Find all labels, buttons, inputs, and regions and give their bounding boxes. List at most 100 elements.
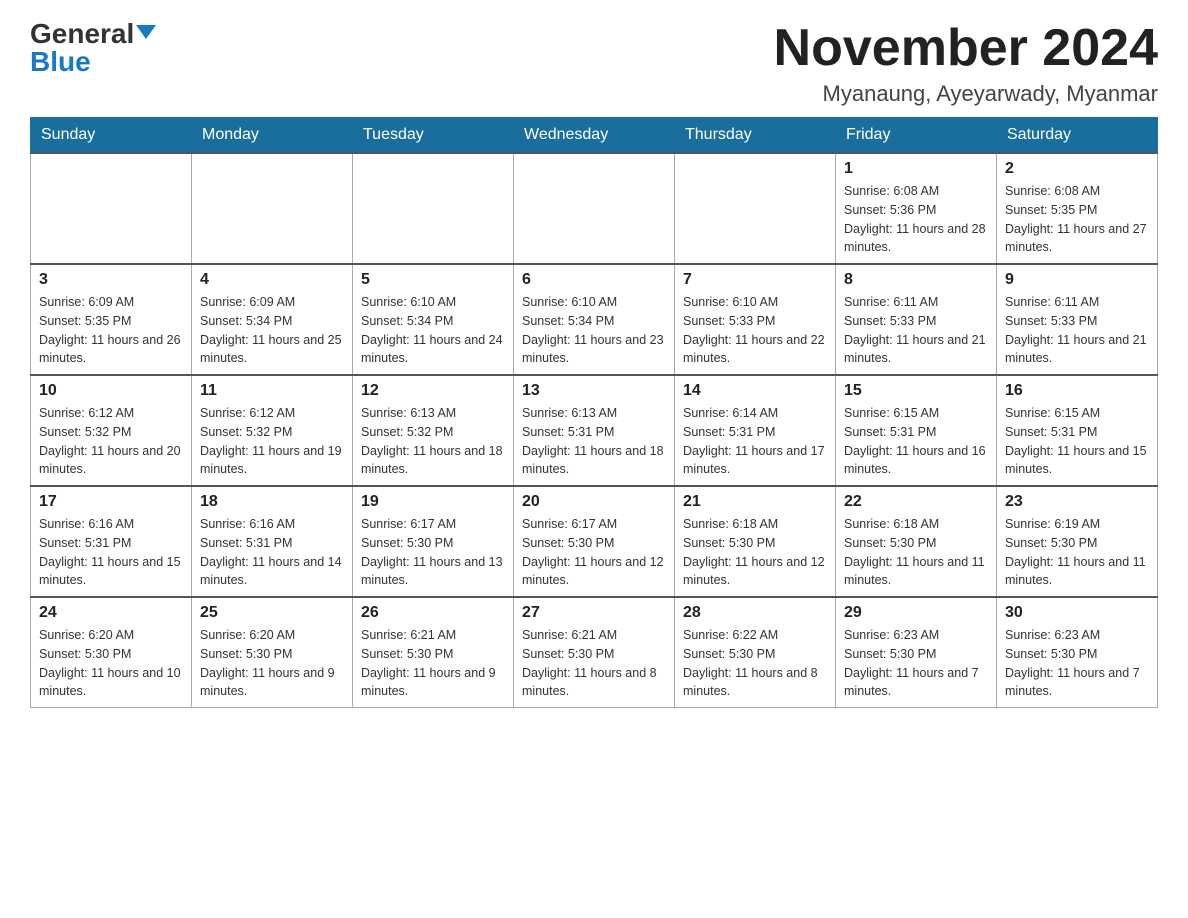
month-title: November 2024	[774, 20, 1158, 77]
calendar-cell: 29 Sunrise: 6:23 AM Sunset: 5:30 PM Dayli…	[836, 597, 997, 708]
day-number: 11	[200, 382, 344, 400]
day-number: 9	[1005, 271, 1149, 289]
day-info: Sunrise: 6:15 AM Sunset: 5:31 PM Dayligh…	[844, 404, 988, 479]
calendar-cell: 10 Sunrise: 6:12 AM Sunset: 5:32 PM Dayli…	[31, 375, 192, 486]
week-row-1: 1 Sunrise: 6:08 AM Sunset: 5:36 PM Daylig…	[31, 153, 1158, 264]
day-info: Sunrise: 6:17 AM Sunset: 5:30 PM Dayligh…	[361, 515, 505, 590]
calendar-cell	[353, 153, 514, 264]
day-number: 2	[1005, 160, 1149, 178]
day-info: Sunrise: 6:13 AM Sunset: 5:32 PM Dayligh…	[361, 404, 505, 479]
day-number: 30	[1005, 604, 1149, 622]
day-number: 1	[844, 160, 988, 178]
day-number: 4	[200, 271, 344, 289]
calendar-cell: 6Sunrise: 6:10 AM Sunset: 5:34 PM Daylig…	[514, 264, 675, 375]
day-info: Sunrise: 6:11 AM Sunset: 5:33 PM Dayligh…	[844, 293, 988, 368]
week-row-2: 3Sunrise: 6:09 AM Sunset: 5:35 PM Daylig…	[31, 264, 1158, 375]
day-number: 29	[844, 604, 988, 622]
day-number: 8	[844, 271, 988, 289]
calendar-cell: 16Sunrise: 6:15 AM Sunset: 5:31 PM Dayli…	[997, 375, 1158, 486]
day-number: 19	[361, 493, 505, 511]
calendar-cell: 18 Sunrise: 6:16 AM Sunset: 5:31 PM Dayli…	[192, 486, 353, 597]
calendar-cell: 9 Sunrise: 6:11 AM Sunset: 5:33 PM Daylig…	[997, 264, 1158, 375]
calendar-cell: 5Sunrise: 6:10 AM Sunset: 5:34 PM Daylig…	[353, 264, 514, 375]
col-header-friday: Friday	[836, 118, 997, 154]
calendar-cell: 7 Sunrise: 6:10 AM Sunset: 5:33 PM Daylig…	[675, 264, 836, 375]
day-info: Sunrise: 6:12 AM Sunset: 5:32 PM Dayligh…	[39, 404, 183, 479]
calendar-cell: 27 Sunrise: 6:21 AM Sunset: 5:30 PM Dayli…	[514, 597, 675, 708]
calendar-cell: 26Sunrise: 6:21 AM Sunset: 5:30 PM Dayli…	[353, 597, 514, 708]
day-info: Sunrise: 6:23 AM Sunset: 5:30 PM Dayligh…	[844, 626, 988, 701]
calendar-cell: 11 Sunrise: 6:12 AM Sunset: 5:32 PM Dayli…	[192, 375, 353, 486]
week-row-4: 17 Sunrise: 6:16 AM Sunset: 5:31 PM Dayli…	[31, 486, 1158, 597]
day-number: 28	[683, 604, 827, 622]
day-number: 18	[200, 493, 344, 511]
day-info: Sunrise: 6:09 AM Sunset: 5:34 PM Dayligh…	[200, 293, 344, 368]
day-info: Sunrise: 6:22 AM Sunset: 5:30 PM Dayligh…	[683, 626, 827, 701]
calendar-cell: 17 Sunrise: 6:16 AM Sunset: 5:31 PM Dayli…	[31, 486, 192, 597]
col-header-monday: Monday	[192, 118, 353, 154]
day-info: Sunrise: 6:20 AM Sunset: 5:30 PM Dayligh…	[200, 626, 344, 701]
day-number: 10	[39, 382, 183, 400]
day-number: 16	[1005, 382, 1149, 400]
day-number: 23	[1005, 493, 1149, 511]
day-number: 17	[39, 493, 183, 511]
calendar-cell: 30 Sunrise: 6:23 AM Sunset: 5:30 PM Dayli…	[997, 597, 1158, 708]
day-info: Sunrise: 6:08 AM Sunset: 5:36 PM Dayligh…	[844, 182, 988, 257]
day-info: Sunrise: 6:12 AM Sunset: 5:32 PM Dayligh…	[200, 404, 344, 479]
calendar-cell	[514, 153, 675, 264]
day-info: Sunrise: 6:16 AM Sunset: 5:31 PM Dayligh…	[200, 515, 344, 590]
location-title: Myanaung, Ayeyarwady, Myanmar	[774, 81, 1158, 107]
calendar-cell: 25 Sunrise: 6:20 AM Sunset: 5:30 PM Dayli…	[192, 597, 353, 708]
week-row-3: 10 Sunrise: 6:12 AM Sunset: 5:32 PM Dayli…	[31, 375, 1158, 486]
calendar-cell: 28 Sunrise: 6:22 AM Sunset: 5:30 PM Dayli…	[675, 597, 836, 708]
day-number: 14	[683, 382, 827, 400]
calendar-cell: 24 Sunrise: 6:20 AM Sunset: 5:30 PM Dayli…	[31, 597, 192, 708]
day-info: Sunrise: 6:14 AM Sunset: 5:31 PM Dayligh…	[683, 404, 827, 479]
day-info: Sunrise: 6:20 AM Sunset: 5:30 PM Dayligh…	[39, 626, 183, 701]
calendar-cell: 22 Sunrise: 6:18 AM Sunset: 5:30 PM Dayli…	[836, 486, 997, 597]
day-number: 20	[522, 493, 666, 511]
calendar-cell: 21Sunrise: 6:18 AM Sunset: 5:30 PM Dayli…	[675, 486, 836, 597]
day-info: Sunrise: 6:19 AM Sunset: 5:30 PM Dayligh…	[1005, 515, 1149, 590]
day-number: 7	[683, 271, 827, 289]
calendar-header-row: SundayMondayTuesdayWednesdayThursdayFrid…	[31, 118, 1158, 154]
day-info: Sunrise: 6:11 AM Sunset: 5:33 PM Dayligh…	[1005, 293, 1149, 368]
calendar-cell	[675, 153, 836, 264]
col-header-saturday: Saturday	[997, 118, 1158, 154]
day-number: 15	[844, 382, 988, 400]
day-number: 5	[361, 271, 505, 289]
calendar-cell: 14 Sunrise: 6:14 AM Sunset: 5:31 PM Dayli…	[675, 375, 836, 486]
calendar-cell: 2Sunrise: 6:08 AM Sunset: 5:35 PM Daylig…	[997, 153, 1158, 264]
calendar-cell: 8 Sunrise: 6:11 AM Sunset: 5:33 PM Daylig…	[836, 264, 997, 375]
logo: General Blue	[30, 20, 156, 76]
logo-blue-text: Blue	[30, 48, 91, 76]
page-header: General Blue November 2024 Myanaung, Aye…	[30, 20, 1158, 107]
day-number: 12	[361, 382, 505, 400]
day-info: Sunrise: 6:17 AM Sunset: 5:30 PM Dayligh…	[522, 515, 666, 590]
calendar-cell: 19 Sunrise: 6:17 AM Sunset: 5:30 PM Dayli…	[353, 486, 514, 597]
day-info: Sunrise: 6:10 AM Sunset: 5:33 PM Dayligh…	[683, 293, 827, 368]
col-header-wednesday: Wednesday	[514, 118, 675, 154]
calendar-cell: 3Sunrise: 6:09 AM Sunset: 5:35 PM Daylig…	[31, 264, 192, 375]
day-number: 24	[39, 604, 183, 622]
week-row-5: 24 Sunrise: 6:20 AM Sunset: 5:30 PM Dayli…	[31, 597, 1158, 708]
day-number: 22	[844, 493, 988, 511]
day-info: Sunrise: 6:21 AM Sunset: 5:30 PM Dayligh…	[522, 626, 666, 701]
calendar-cell: 20 Sunrise: 6:17 AM Sunset: 5:30 PM Dayli…	[514, 486, 675, 597]
calendar-cell	[31, 153, 192, 264]
day-info: Sunrise: 6:13 AM Sunset: 5:31 PM Dayligh…	[522, 404, 666, 479]
day-number: 27	[522, 604, 666, 622]
calendar-cell: 23 Sunrise: 6:19 AM Sunset: 5:30 PM Dayli…	[997, 486, 1158, 597]
calendar-table: SundayMondayTuesdayWednesdayThursdayFrid…	[30, 117, 1158, 708]
day-info: Sunrise: 6:16 AM Sunset: 5:31 PM Dayligh…	[39, 515, 183, 590]
logo-arrow-icon	[136, 25, 156, 39]
day-info: Sunrise: 6:23 AM Sunset: 5:30 PM Dayligh…	[1005, 626, 1149, 701]
day-number: 26	[361, 604, 505, 622]
day-info: Sunrise: 6:18 AM Sunset: 5:30 PM Dayligh…	[683, 515, 827, 590]
calendar-cell: 1 Sunrise: 6:08 AM Sunset: 5:36 PM Daylig…	[836, 153, 997, 264]
day-info: Sunrise: 6:18 AM Sunset: 5:30 PM Dayligh…	[844, 515, 988, 590]
day-number: 25	[200, 604, 344, 622]
logo-general-text: General	[30, 20, 134, 48]
calendar-cell: 13Sunrise: 6:13 AM Sunset: 5:31 PM Dayli…	[514, 375, 675, 486]
calendar-cell: 12 Sunrise: 6:13 AM Sunset: 5:32 PM Dayli…	[353, 375, 514, 486]
